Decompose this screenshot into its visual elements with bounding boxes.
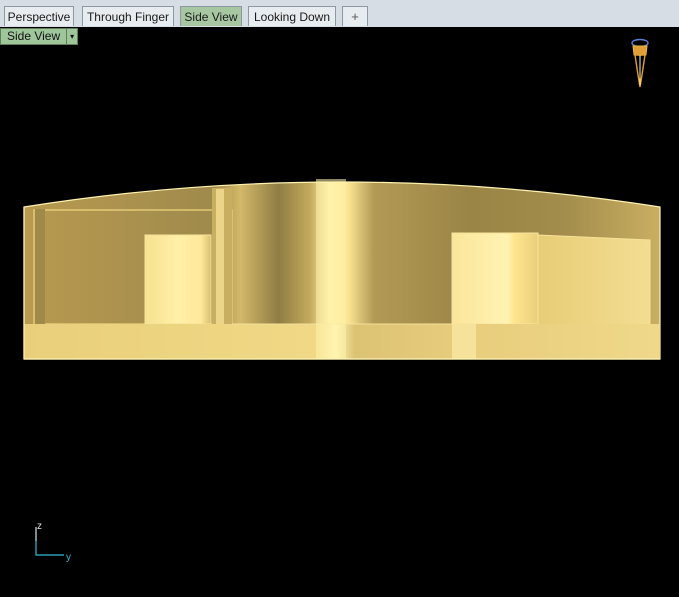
tab-looking-down[interactable]: Looking Down <box>248 6 336 26</box>
axis-indicator-icon <box>35 527 64 556</box>
axis-z-label: z <box>37 521 42 532</box>
tab-perspective[interactable]: Perspective <box>4 6 74 26</box>
side-view-viewport[interactable]: Side View ▾ z y <box>0 27 679 597</box>
add-tab-button[interactable]: + <box>342 6 368 26</box>
axis-y-label: y <box>66 552 71 563</box>
ring-side-profile <box>23 179 661 360</box>
tab-side-view[interactable]: Side View <box>180 6 242 26</box>
tab-through-finger[interactable]: Through Finger <box>82 6 174 26</box>
viewport-tab-bar: Perspective Through Finger Side View Loo… <box>0 0 679 28</box>
ring-navigator-icon[interactable] <box>626 37 654 89</box>
